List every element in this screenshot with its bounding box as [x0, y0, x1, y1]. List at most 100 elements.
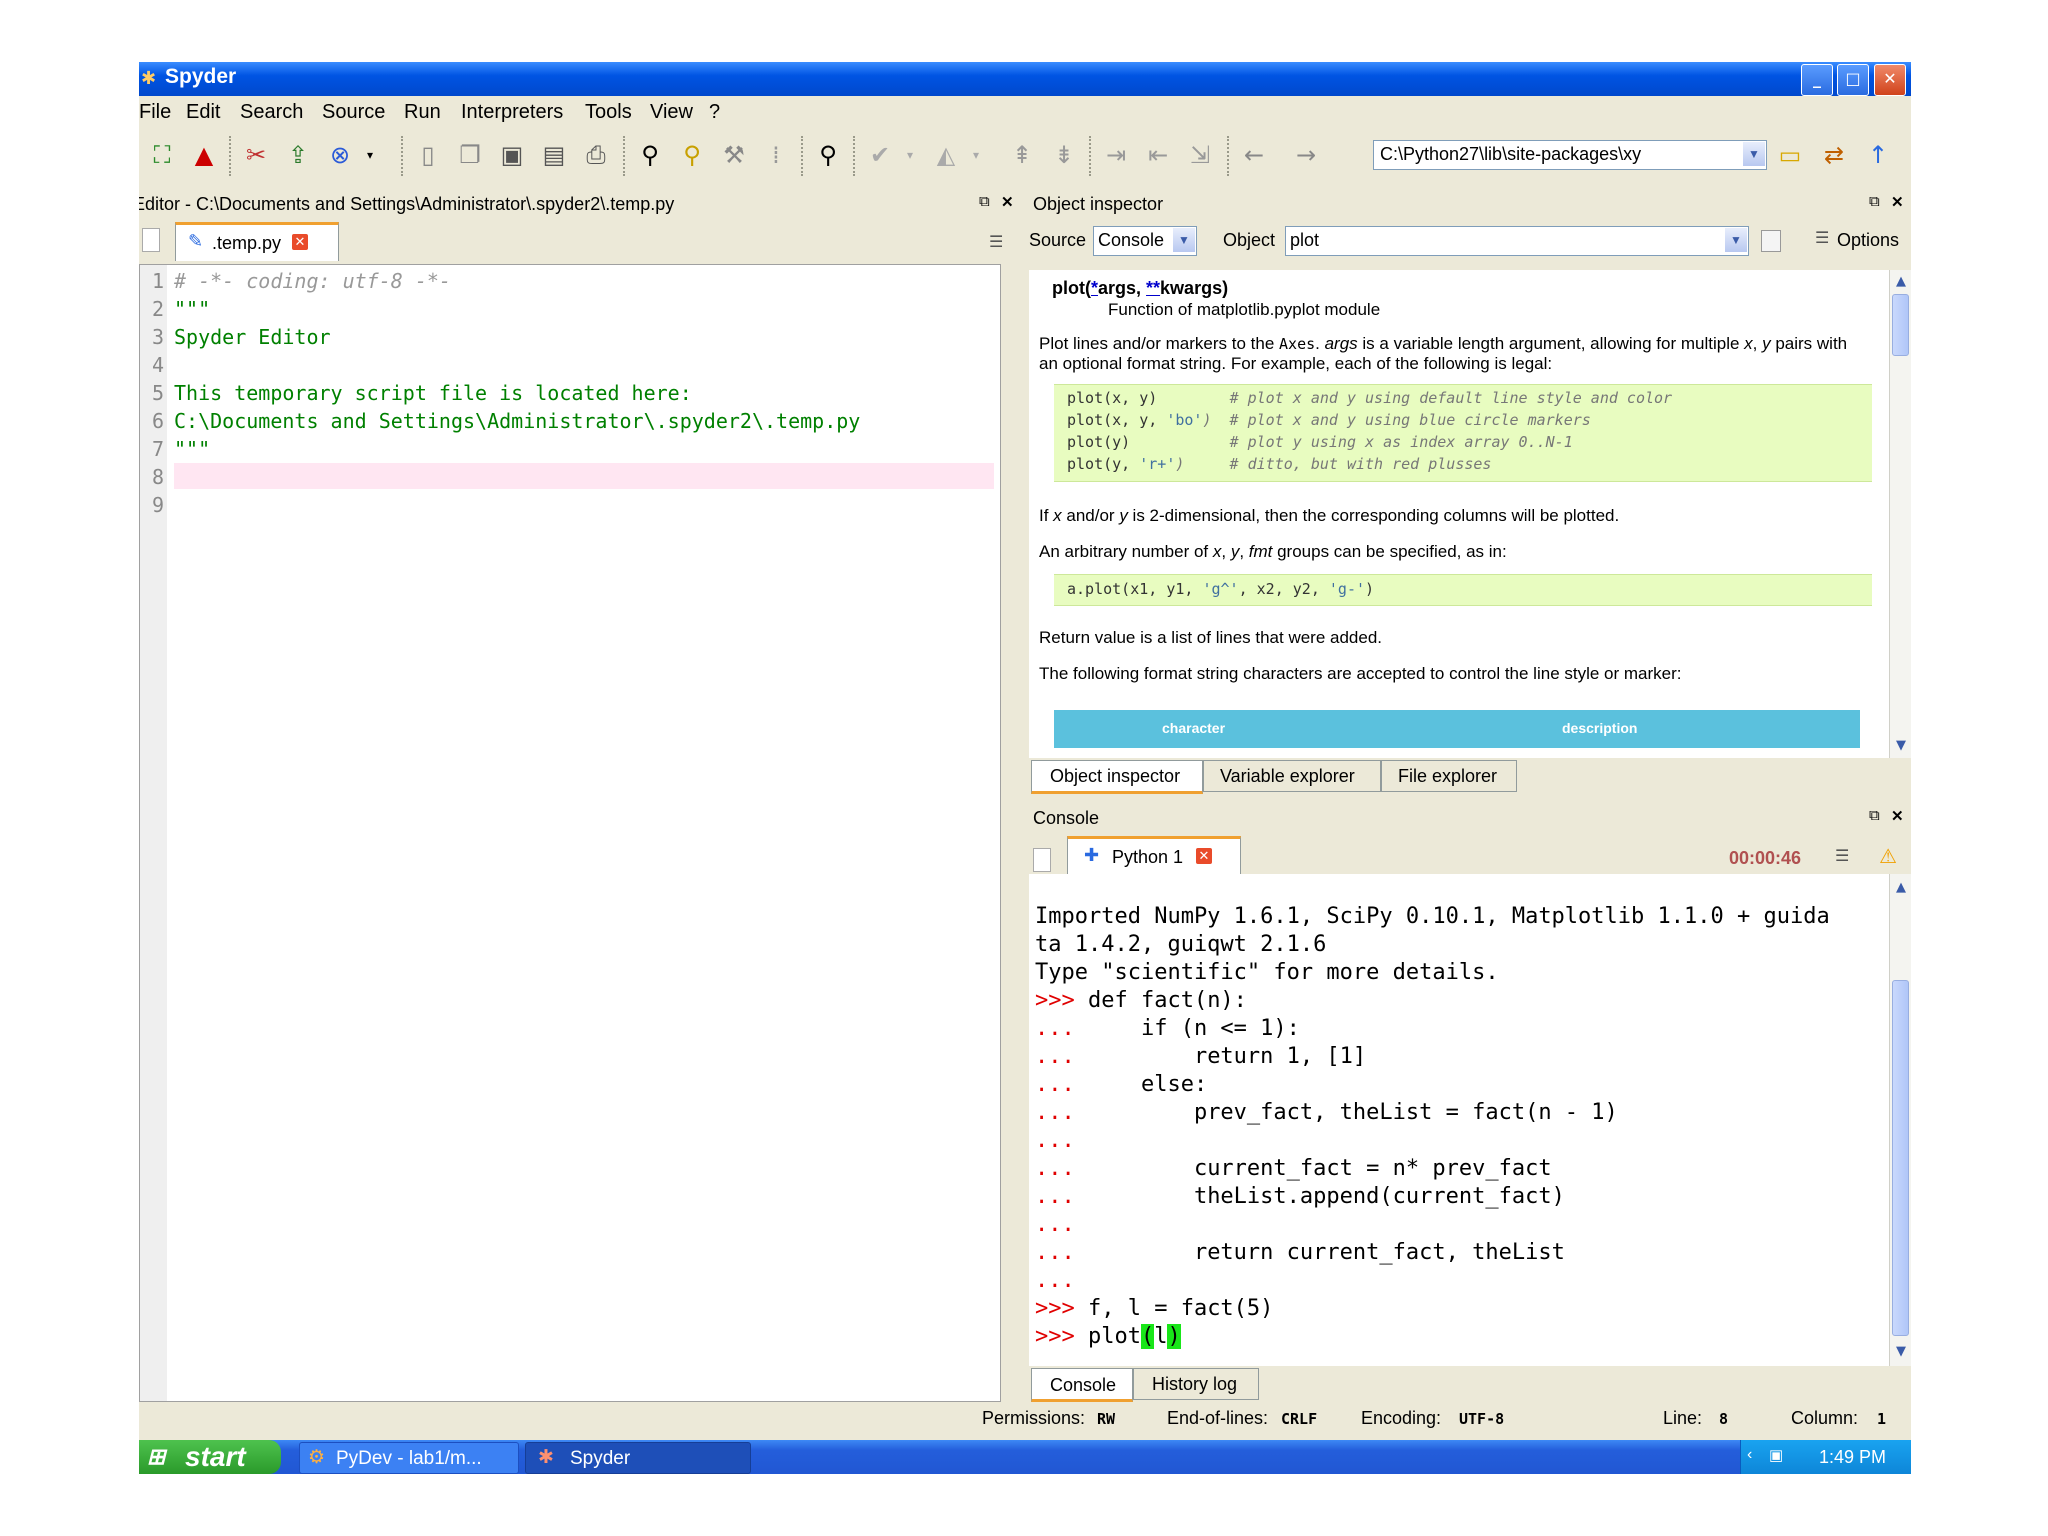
- title-bar[interactable]: ✱ Spyder _ □ ✕: [139, 62, 1911, 96]
- menu-source[interactable]: Source: [322, 101, 385, 124]
- object-combo[interactable]: plot ▼: [1285, 226, 1749, 256]
- taskbar-item-pydev[interactable]: ⚙ PyDev - lab1/m...: [299, 1442, 519, 1474]
- comment-icon[interactable]: ⇲: [1183, 138, 1217, 172]
- chevron-down-icon[interactable]: ▼: [1743, 142, 1765, 166]
- previous-warning-icon[interactable]: ⇞: [1005, 138, 1039, 172]
- chevron-down-icon[interactable]: ▼: [1173, 228, 1195, 252]
- forward-arrow-icon[interactable]: →: [1289, 138, 1323, 172]
- options-button[interactable]: Options: [1837, 230, 1899, 251]
- object-value: plot: [1290, 230, 1320, 250]
- open-file-icon[interactable]: ❐: [453, 138, 487, 172]
- warning-nav-icon[interactable]: ◭: [929, 138, 963, 172]
- console-input-line[interactable]: >>> plot(l): [1035, 1324, 1181, 1349]
- tab-variable-explorer[interactable]: Variable explorer: [1203, 760, 1381, 792]
- tray-collapse-icon[interactable]: ‹: [1747, 1446, 1752, 1464]
- tab-label: File explorer: [1398, 766, 1498, 786]
- maximize-pane-icon[interactable]: ⛶: [145, 138, 179, 172]
- options-menu-icon[interactable]: ☰: [989, 232, 1003, 251]
- save-all-icon[interactable]: ▤: [537, 138, 571, 172]
- menu-file[interactable]: File: [139, 101, 171, 124]
- start-button[interactable]: ⊞ start: [139, 1440, 281, 1474]
- tab-file-explorer[interactable]: File explorer: [1381, 760, 1517, 792]
- dropdown-arrow-icon[interactable]: ▾: [969, 138, 983, 172]
- find-next-icon[interactable]: ⚲: [675, 138, 709, 172]
- menu-search[interactable]: Search: [240, 101, 303, 124]
- close-tab-icon[interactable]: ✕: [1196, 848, 1212, 864]
- close-tab-icon[interactable]: ✕: [292, 234, 308, 250]
- binoculars-icon[interactable]: ⚲: [811, 138, 845, 172]
- scroll-up-icon[interactable]: ▲: [1891, 878, 1911, 898]
- tab-history-log[interactable]: History log: [1133, 1368, 1259, 1400]
- tools-icon[interactable]: ✂: [239, 138, 273, 172]
- minimize-button[interactable]: _: [1801, 64, 1833, 96]
- inspector-title: Object inspector: [1033, 194, 1164, 214]
- browse-tabs-icon[interactable]: [1033, 848, 1051, 872]
- find-icon[interactable]: ⚲: [633, 138, 667, 172]
- eject-icon[interactable]: ▲: [187, 138, 221, 172]
- options-list-icon[interactable]: ☰: [1815, 228, 1829, 247]
- close-pane-icon[interactable]: ✕: [1891, 807, 1904, 825]
- tab-label: .temp.py: [212, 233, 282, 253]
- undock-icon[interactable]: ⧉: [1869, 807, 1880, 824]
- tab-python-1[interactable]: ✚ Python 1 ✕: [1067, 836, 1241, 875]
- replace-icon[interactable]: ⚒: [717, 138, 751, 172]
- scroll-up-icon[interactable]: ▲: [1891, 272, 1911, 292]
- python-console[interactable]: Imported NumPy 1.6.1, SciPy 0.10.1, Matp…: [1029, 874, 1889, 1366]
- dropdown-arrow-icon[interactable]: ▾: [903, 138, 917, 172]
- goto-line-icon[interactable]: ⁞: [759, 138, 793, 172]
- source-combo[interactable]: Console ▼: [1093, 226, 1197, 256]
- vmware-tray-icon[interactable]: ▣: [1769, 1446, 1783, 1464]
- splitter[interactable]: [1005, 264, 1017, 1400]
- dropdown-arrow-icon[interactable]: ▾: [363, 138, 377, 172]
- code-editor[interactable]: 1 2 3 4 5 6 7 8 9 # -*- coding: utf-8 -*…: [139, 264, 1001, 1402]
- options-menu-icon[interactable]: ☰: [1835, 846, 1849, 865]
- console-scrollbar[interactable]: ▲ ▼: [1889, 874, 1911, 1366]
- console-line: ...: [1035, 1268, 1088, 1293]
- maximize-button[interactable]: □: [1837, 64, 1869, 96]
- encoding-label: Encoding:: [1361, 1408, 1442, 1428]
- clock[interactable]: 1:49 PM: [1819, 1447, 1886, 1468]
- python-path-sync-icon[interactable]: ⇄: [1817, 138, 1851, 172]
- permissions-value: RW: [1097, 1410, 1116, 1428]
- new-file-icon[interactable]: ▯: [411, 138, 445, 172]
- code-row: plot(y) # plot y using x as index array …: [1067, 433, 1573, 451]
- tab-console[interactable]: Console: [1031, 1368, 1133, 1402]
- back-arrow-icon[interactable]: ←: [1237, 138, 1271, 172]
- undock-icon[interactable]: ⧉: [1869, 193, 1880, 210]
- next-warning-icon[interactable]: ⇟: [1047, 138, 1081, 172]
- tab-object-inspector[interactable]: Object inspector: [1031, 760, 1203, 794]
- scroll-thumb[interactable]: [1892, 294, 1909, 356]
- parent-directory-icon[interactable]: ↑: [1861, 138, 1895, 172]
- browse-tabs-icon[interactable]: [142, 228, 160, 252]
- inspector-scrollbar[interactable]: ▲ ▼: [1889, 270, 1911, 758]
- close-button[interactable]: ✕: [1874, 64, 1906, 96]
- python-path-icon[interactable]: ⇪: [281, 138, 315, 172]
- close-pane-icon[interactable]: ✕: [1001, 193, 1014, 211]
- menu-tools[interactable]: Tools: [585, 101, 632, 124]
- working-directory-combo[interactable]: C:\Python27\lib\site-packages\xy ▼: [1373, 140, 1767, 170]
- scroll-thumb[interactable]: [1892, 980, 1909, 1336]
- inspector-doc-viewer[interactable]: plot(*args, **kwargs) Function of matplo…: [1029, 270, 1889, 758]
- menu-edit[interactable]: Edit: [186, 101, 220, 124]
- preferences-icon[interactable]: ⊗: [323, 138, 357, 172]
- chevron-down-icon[interactable]: ▼: [1725, 228, 1747, 252]
- taskbar-item-spyder[interactable]: ✱ Spyder: [525, 1442, 751, 1474]
- browse-folder-icon[interactable]: ▭: [1773, 138, 1807, 172]
- tab-temp-py[interactable]: ✎ .temp.py ✕: [175, 222, 339, 261]
- lock-icon[interactable]: [1761, 230, 1781, 252]
- scroll-down-icon[interactable]: ▼: [1891, 1342, 1911, 1362]
- menu-run[interactable]: Run: [404, 101, 441, 124]
- menu-help[interactable]: ?: [709, 101, 720, 124]
- indent-icon[interactable]: ⇥: [1099, 138, 1133, 172]
- line-number: 3: [151, 325, 164, 349]
- print-icon[interactable]: ⎙: [579, 138, 613, 172]
- menu-interpreters[interactable]: Interpreters: [461, 101, 563, 124]
- menu-view[interactable]: View: [650, 101, 693, 124]
- save-icon[interactable]: ▣: [495, 138, 529, 172]
- warning-icon[interactable]: ⚠: [1879, 844, 1897, 868]
- run-check-icon[interactable]: ✔: [863, 138, 897, 172]
- unindent-icon[interactable]: ⇤: [1141, 138, 1175, 172]
- close-pane-icon[interactable]: ✕: [1891, 193, 1904, 211]
- scroll-down-icon[interactable]: ▼: [1891, 736, 1911, 756]
- undock-icon[interactable]: ⧉: [979, 193, 990, 210]
